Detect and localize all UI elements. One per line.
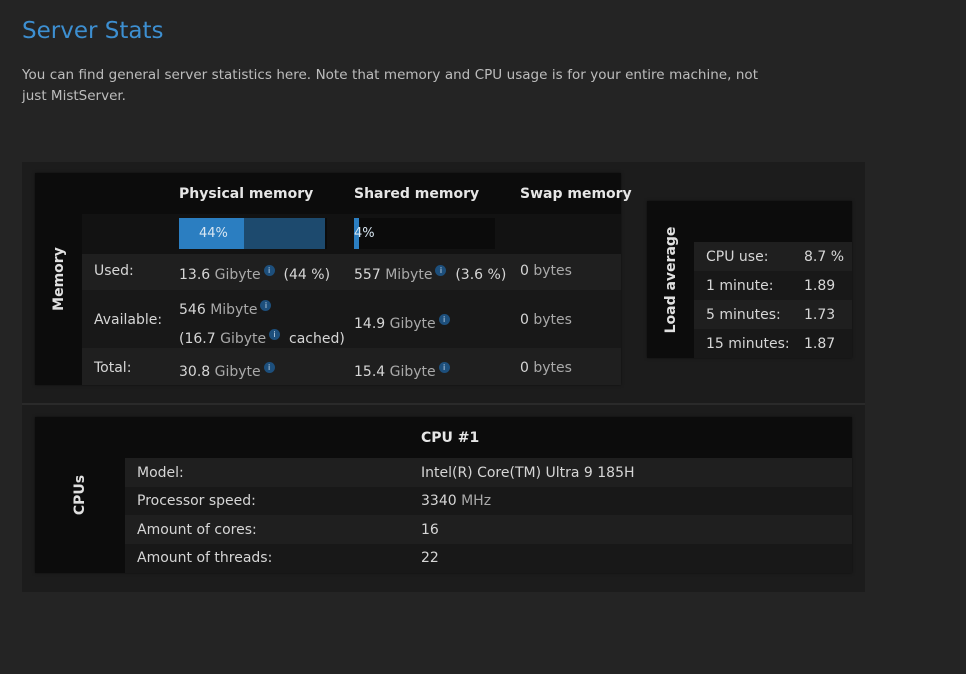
memory-section-label: Memory [35, 173, 82, 385]
col-shared-memory: Shared memory [354, 186, 480, 202]
load-label-5min: 5 minutes: [706, 307, 781, 323]
memory-card: Memory Physical memory Shared memory Swa… [35, 173, 632, 385]
cpu-threads-label: Amount of threads: [137, 550, 273, 566]
col-physical-memory: Physical memory [179, 186, 314, 202]
available-label: Available: [94, 312, 163, 328]
available-swap-value: 0 [520, 312, 529, 328]
used-swap-unit: bytes [533, 263, 572, 279]
total-label: Total: [94, 360, 132, 376]
available-physical: 546 Mibyte i [179, 300, 272, 318]
total-shared: 15.4 Gibyte i [354, 362, 450, 380]
cpu-1-header: CPU #1 [421, 430, 480, 446]
total-shared-unit: Gibyte [389, 364, 436, 380]
cpu-cores-value: 16 [421, 522, 439, 538]
available-shared-unit: Gibyte [389, 316, 436, 332]
used-physical: 13.6 Gibyte i (44 %) [179, 265, 330, 283]
used-shared-unit: Mibyte [385, 267, 433, 283]
cpu-speed-unit: MHz [461, 493, 492, 509]
col-swap-memory: Swap memory [520, 186, 632, 202]
used-label: Used: [94, 263, 134, 279]
available-shared-value: 14.9 [354, 316, 386, 332]
cpus-section-label: CPUs [35, 417, 125, 573]
info-icon[interactable]: i [263, 362, 275, 373]
available-physical-cached: (16.7 Gibyte i cached) [179, 329, 345, 347]
used-physical-unit: Gibyte [214, 267, 261, 283]
available-physical-unit: Mibyte [210, 302, 258, 318]
cpu-header-row [125, 417, 852, 458]
load-header-row [694, 201, 852, 242]
info-icon[interactable]: i [435, 265, 447, 276]
load-average-card: Load average CPU use: 8.7 % 1 minute: 1.… [647, 201, 852, 358]
section-divider [22, 403, 865, 405]
total-swap-value: 0 [520, 360, 529, 376]
total-shared-value: 15.4 [354, 364, 386, 380]
used-physical-percent: (44 %) [283, 267, 331, 283]
available-shared: 14.9 Gibyte i [354, 314, 450, 332]
info-icon[interactable]: i [260, 300, 272, 311]
cpu-speed-value: 3340 MHz [421, 493, 491, 509]
memory-bar-row [82, 214, 621, 254]
total-swap-unit: bytes [533, 360, 572, 376]
cached-label: cached) [289, 331, 345, 347]
total-physical-value: 30.8 [179, 364, 211, 380]
load-label-1min: 1 minute: [706, 278, 774, 294]
shared-memory-percent: 4% [354, 226, 375, 241]
used-swap: 0 bytes [520, 263, 572, 279]
info-icon[interactable]: i [263, 265, 275, 276]
load-value-1min: 1.89 [804, 278, 836, 294]
available-swap: 0 bytes [520, 312, 572, 328]
cpu-cores-label: Amount of cores: [137, 522, 257, 538]
info-icon[interactable]: i [438, 314, 450, 325]
used-shared-percent: (3.6 %) [455, 267, 507, 283]
shared-memory-bar: 4% [354, 218, 495, 249]
available-swap-unit: bytes [533, 312, 572, 328]
cached-value: (16.7 [179, 331, 216, 347]
total-physical-unit: Gibyte [214, 364, 261, 380]
info-icon[interactable]: i [438, 362, 450, 373]
physical-memory-percent: 44% [199, 226, 228, 241]
cpus-card: CPUs CPU #1 Model: Intel(R) Core(TM) Ult… [35, 417, 852, 573]
cpu-model-label: Model: [137, 465, 184, 481]
used-shared: 557 Mibyte i (3.6 %) [354, 265, 506, 283]
load-value-5min: 1.73 [804, 307, 836, 323]
physical-memory-bar: 44% [179, 218, 327, 249]
page-description: You can find general server statistics h… [22, 67, 758, 104]
used-physical-value: 13.6 [179, 267, 211, 283]
cpus-label-text: CPUs [72, 474, 88, 516]
cached-unit: Gibyte [220, 331, 267, 347]
load-section-label: Load average [647, 201, 694, 358]
load-value-15min: 1.87 [804, 336, 836, 352]
page-title: Server Stats [22, 18, 164, 44]
memory-label-text: Memory [50, 247, 67, 311]
info-icon[interactable]: i [269, 329, 281, 340]
cpu-speed-label: Processor speed: [137, 493, 256, 509]
used-shared-value: 557 [354, 267, 381, 283]
load-value-cpu: 8.7 % [804, 249, 845, 265]
load-label-15min: 15 minutes: [706, 336, 790, 352]
cpu-model-value: Intel(R) Core(TM) Ultra 9 185H [421, 465, 635, 481]
available-physical-value: 546 [179, 302, 206, 318]
cpu-threads-value: 22 [421, 550, 439, 566]
total-physical: 30.8 Gibyte i [179, 362, 275, 380]
total-swap: 0 bytes [520, 360, 572, 376]
cpu-speed-number: 3340 [421, 493, 457, 509]
load-label-cpu: CPU use: [706, 249, 769, 265]
used-swap-value: 0 [520, 263, 529, 279]
stats-panel: Memory Physical memory Shared memory Swa… [22, 162, 865, 592]
load-label-text: Load average [662, 226, 679, 333]
